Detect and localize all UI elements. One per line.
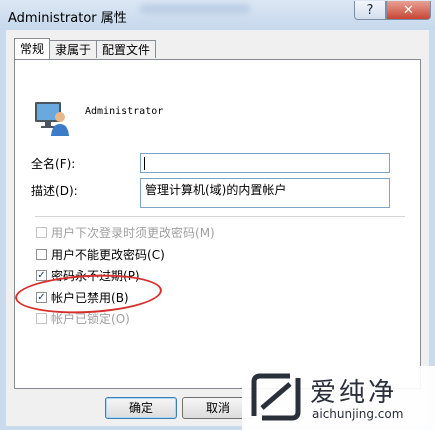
description-label: 描述(D): (31, 182, 78, 199)
watermark-brand: 爱纯净 (310, 378, 398, 408)
description-label-text: 描述 (31, 184, 56, 198)
checkbox-accesskey: (C) (147, 247, 165, 262)
close-icon: ✕ (403, 2, 414, 18)
checkbox-box[interactable] (36, 313, 47, 324)
checkmark-icon: ✓ (37, 270, 46, 281)
text-caret (144, 157, 145, 170)
checkbox-label: 用户不能更改密码 (51, 248, 148, 262)
help-icon: ? (366, 2, 374, 18)
account-name: Administrator (85, 106, 164, 117)
tab-profile[interactable]: 配置文件 (96, 40, 157, 58)
help-button[interactable]: ? (354, 1, 386, 20)
tab-strip: 常规 隶属于 配置文件 (14, 38, 157, 60)
user-monitor-icon (35, 102, 69, 136)
checkbox-box[interactable] (36, 249, 47, 260)
fullname-label-text: 全名 (31, 157, 56, 171)
window-title: Administrator 属性 (8, 11, 127, 26)
general-panel: Administrator 全名(F): 描述(D): 管理计算机(域)的内置帐… (14, 59, 421, 389)
checkbox-cannot-change-password[interactable]: 用户不能更改密码 (C) (36, 246, 165, 263)
fullname-label: 全名(F): (31, 155, 75, 172)
checkbox-label: 用户下次登录时须更改密码 (51, 226, 196, 240)
watermark-logo-icon (251, 373, 301, 421)
checkbox-accesskey: (O) (111, 311, 130, 326)
tab-general[interactable]: 常规 (14, 38, 51, 59)
checkbox-box[interactable]: ✓ (36, 270, 47, 281)
checkbox-must-change-password[interactable]: 用户下次登录时须更改密码 (M) (36, 224, 215, 241)
fullname-accesskey: (F): (55, 157, 76, 171)
tab-member-of[interactable]: 隶属于 (49, 40, 98, 58)
checkbox-accesskey: (M) (195, 225, 215, 240)
description-input[interactable]: 管理计算机(域)的内置帐户 (140, 178, 390, 208)
separator (35, 216, 405, 217)
description-accesskey: (D): (55, 184, 78, 198)
blurred-background (140, 4, 250, 14)
ok-button[interactable]: 确定 (105, 397, 177, 419)
fullname-input[interactable] (140, 153, 390, 173)
title-bar[interactable]: Administrator 属性 ? ✕ (0, 0, 435, 30)
site-watermark: 爱纯净 aichunjing.com (242, 366, 435, 430)
checkbox-box[interactable] (36, 227, 47, 238)
watermark-url: aichunjing.com (312, 407, 404, 421)
close-button[interactable]: ✕ (386, 1, 431, 20)
